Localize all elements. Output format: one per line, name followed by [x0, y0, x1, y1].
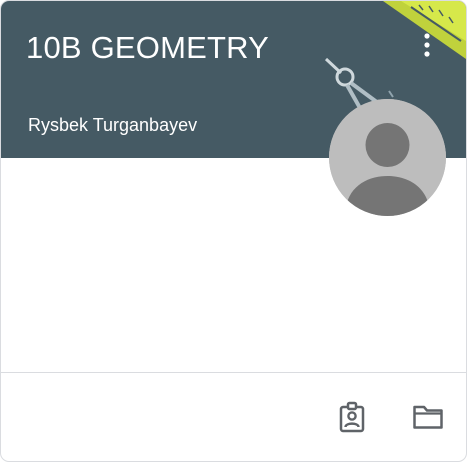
card-footer-divider	[1, 372, 466, 373]
teacher-name: Rysbek Turganbayev	[28, 115, 198, 135]
your-work-icon	[339, 401, 365, 433]
folder-icon	[413, 405, 443, 429]
person-icon	[329, 99, 446, 216]
class-card: 10B GEOMETRY Rysbek Turganbayev	[0, 0, 467, 462]
class-title-link[interactable]: 10B GEOMETRY	[26, 28, 269, 68]
your-work-button[interactable]	[332, 397, 372, 437]
teacher-avatar	[329, 99, 446, 216]
more-vert-icon	[424, 33, 430, 57]
more-options-button[interactable]	[412, 27, 442, 63]
class-folder-button[interactable]	[408, 397, 448, 437]
